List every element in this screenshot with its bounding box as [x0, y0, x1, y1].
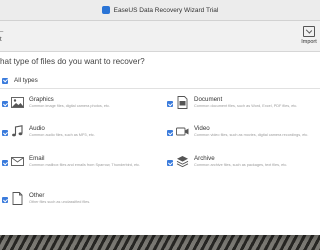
- type-document[interactable]: Document Common document files, such as …: [167, 96, 317, 122]
- type-audio[interactable]: Audio Common audio files, such as MP3, e…: [2, 125, 152, 151]
- archive-desc: Common archive files, such as packages, …: [194, 163, 288, 167]
- graphics-checkbox[interactable]: [2, 101, 8, 107]
- audio-checkbox[interactable]: [2, 130, 8, 136]
- window-title: EaseUS Data Recovery Wizard Trial: [113, 6, 219, 14]
- all-types-label: All types: [14, 77, 38, 84]
- title-bar: EaseUS Data Recovery Wizard Trial: [0, 0, 320, 21]
- email-title: Email: [29, 155, 45, 162]
- type-email[interactable]: Email Common mailbox files and emails fr…: [2, 155, 152, 181]
- all-types-row[interactable]: All types: [2, 77, 38, 84]
- type-archive[interactable]: Archive Common archive files, such as pa…: [167, 155, 317, 181]
- type-graphics[interactable]: Graphics Common image files, digital cam…: [2, 96, 152, 122]
- audio-title: Audio: [29, 125, 45, 132]
- document-icon: [177, 96, 188, 109]
- page-question: hat type of files do you want to recover…: [0, 57, 145, 66]
- type-video[interactable]: Video Common video files, such as movies…: [167, 125, 317, 151]
- document-checkbox[interactable]: [167, 101, 173, 107]
- audio-desc: Common audio files, such as MP3, etc.: [29, 133, 95, 137]
- other-desc: Other files such as unclassified files.: [29, 200, 91, 204]
- other-title: Other: [29, 192, 45, 199]
- video-checkbox[interactable]: [167, 130, 173, 136]
- graphics-title: Graphics: [29, 96, 54, 103]
- divider: [0, 88, 320, 89]
- toolbar: ← t Import: [0, 21, 320, 52]
- import-icon: [303, 26, 315, 37]
- video-camera-icon: [176, 127, 189, 136]
- blank-file-icon: [12, 192, 23, 205]
- email-desc: Common mailbox files and emails from Spa…: [29, 163, 141, 167]
- email-checkbox[interactable]: [2, 160, 8, 166]
- archive-checkbox[interactable]: [167, 160, 173, 166]
- document-desc: Common document files, such as Word, Exc…: [194, 104, 298, 108]
- video-title: Video: [194, 125, 210, 132]
- document-title: Document: [194, 96, 223, 103]
- import-button[interactable]: Import: [298, 26, 320, 45]
- envelope-icon: [11, 157, 24, 166]
- video-desc: Common video files, such as movies, digi…: [194, 133, 309, 137]
- toolbar-left-label[interactable]: t: [0, 37, 2, 43]
- music-note-icon: [12, 125, 23, 137]
- import-label: Import: [301, 39, 317, 45]
- back-arrow-icon[interactable]: ←: [0, 25, 5, 35]
- archive-layers-icon: [176, 156, 189, 168]
- app-window: EaseUS Data Recovery Wizard Trial ← t Im…: [0, 0, 320, 235]
- app-logo-icon: [101, 6, 110, 14]
- archive-title: Archive: [194, 155, 215, 162]
- other-checkbox[interactable]: [2, 197, 8, 203]
- graphics-desc: Common image files, digital camera photo…: [29, 104, 111, 108]
- type-other[interactable]: Other Other files such as unclassified f…: [2, 192, 152, 218]
- image-icon: [11, 97, 24, 108]
- all-types-checkbox[interactable]: [2, 77, 8, 84]
